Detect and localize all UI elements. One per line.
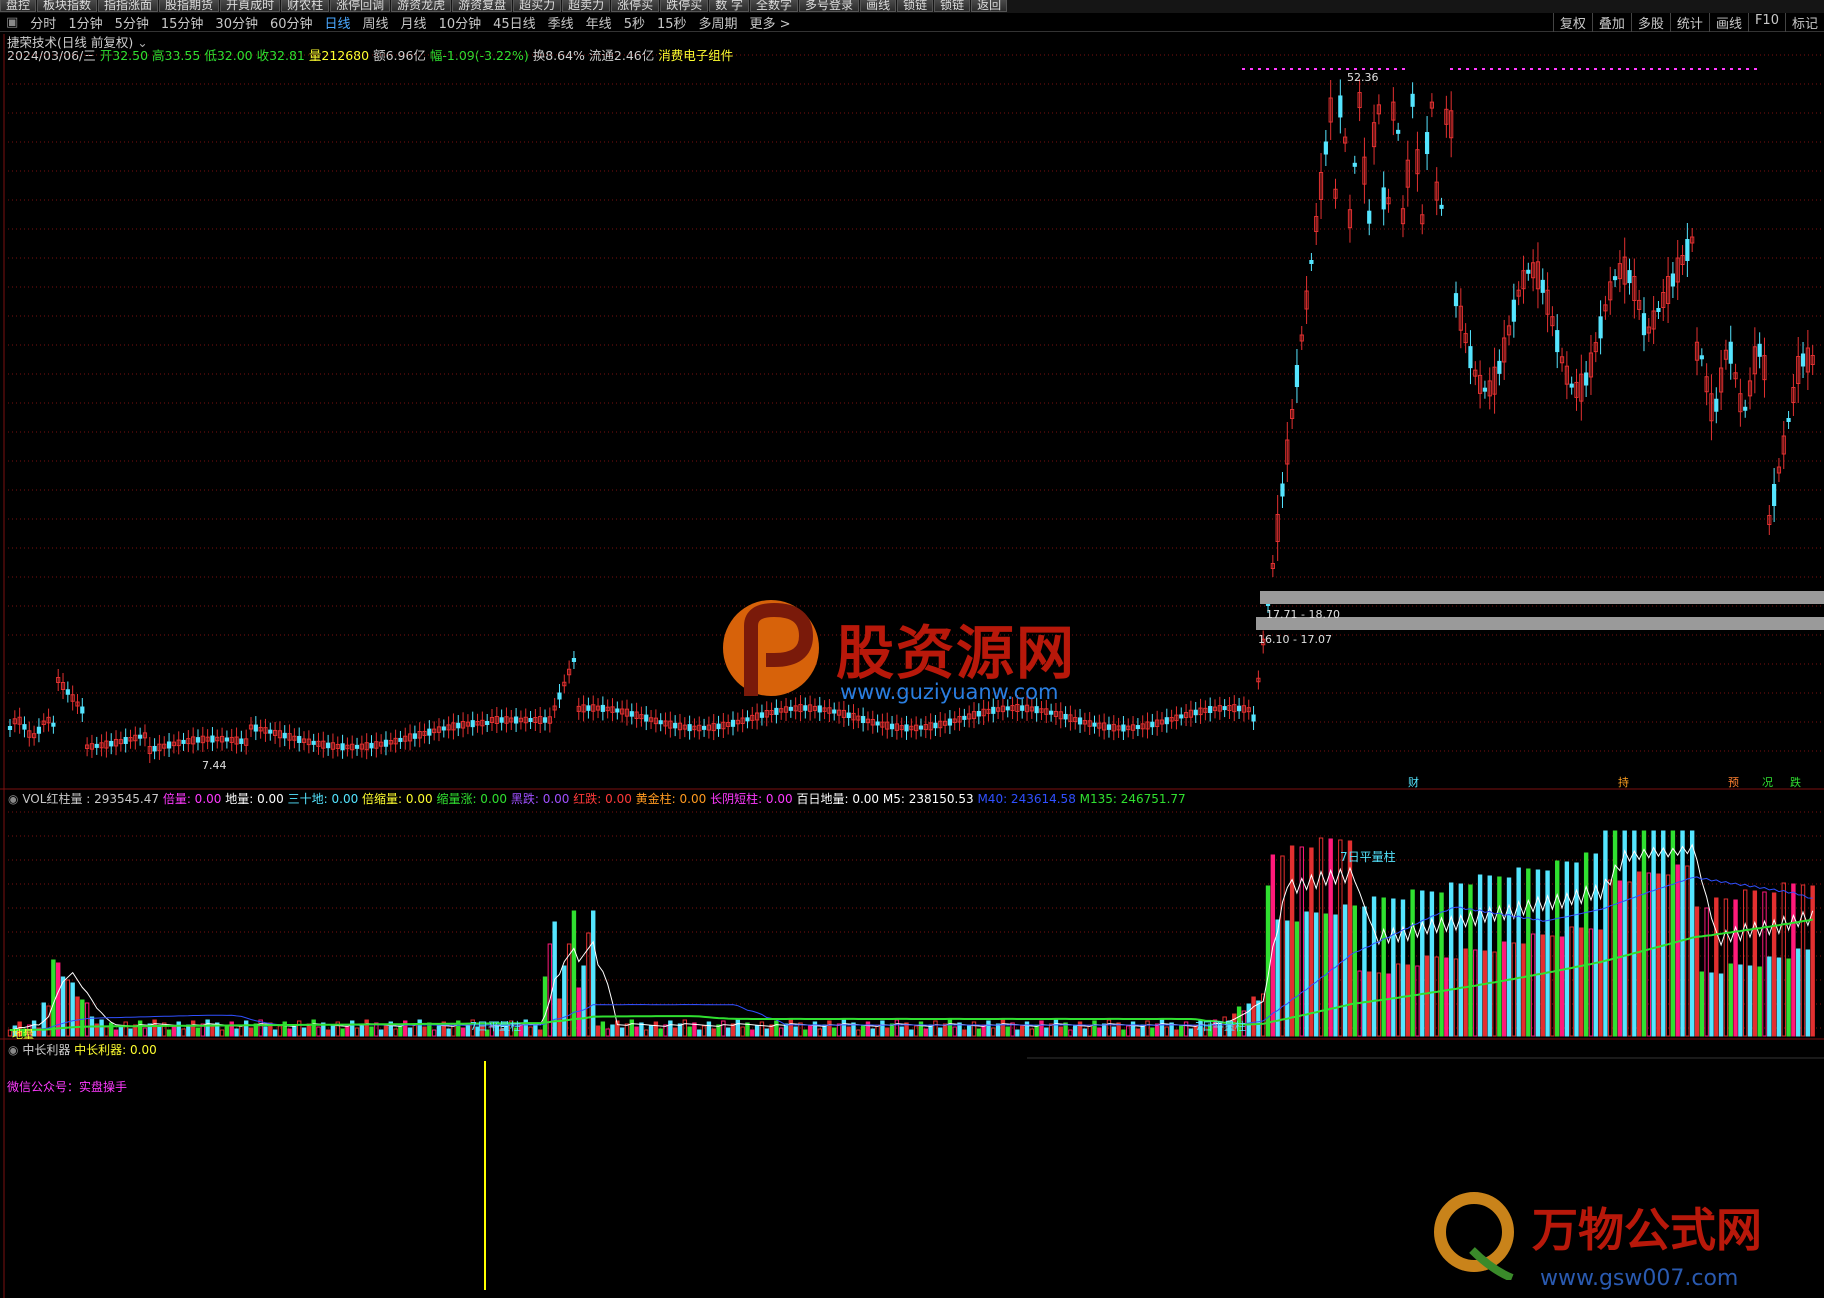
watermark-name: 股资源网 — [836, 619, 1077, 687]
vol-inline-label: 7日平量柱 — [1340, 850, 1396, 864]
vol-indicator: 倍缩量: 0.00 — [362, 792, 437, 806]
range-band-upper — [1260, 591, 1824, 604]
event-marker[interactable]: 持 — [1618, 774, 1629, 790]
wechat-note: 微信公众号：实盘操手 — [7, 1080, 128, 1094]
corner-watermark-url: www.gsw007.com — [1540, 1266, 1739, 1291]
event-marker[interactable]: 预 — [1728, 774, 1739, 790]
event-marker[interactable]: 财 — [1408, 774, 1419, 790]
vol-indicator-list: VOL红柱量 : 293545.47 倍量: 0.00 地量: 0.00 三十地… — [22, 792, 1185, 806]
price-low-label: 7.44 — [202, 759, 227, 772]
lower-panel-header: ◉ 中长利器 中长利器: 0.00 — [0, 1041, 1824, 1057]
vol-indicator: M40: 243614.58 — [977, 792, 1080, 806]
watermark-logo — [716, 596, 826, 701]
collapse-icon[interactable]: ◉ — [8, 1043, 18, 1057]
corner-watermark-logo — [1432, 1190, 1518, 1282]
vol-indicator: M5: 238150.53 — [882, 792, 978, 806]
volume-bars — [7, 830, 1815, 1037]
watermark-url: www.guziyuanw.com — [840, 680, 1059, 704]
vol-indicator: 百日地量: 0.00 — [796, 792, 883, 806]
vol-indicator: 三十地: 0.00 — [287, 792, 363, 806]
signal-bar — [484, 1061, 486, 1290]
lower-panel-title: 中长利器 — [22, 1043, 71, 1057]
vol-inline-label: 7日平量柱 — [1195, 1020, 1246, 1033]
collapse-icon[interactable]: ◉ — [8, 792, 18, 806]
vol-indicator: M135: 246751.77 — [1079, 792, 1186, 806]
range-band-lower-label: 16.10 - 17.07 — [1258, 633, 1332, 646]
event-marker[interactable]: 况 — [1762, 774, 1773, 790]
price-high-label: 52.36 — [1347, 71, 1379, 84]
vol-indicator: 红跌: 0.00 — [573, 792, 636, 806]
vol-indicator: 倍量: 0.00 — [162, 792, 226, 806]
vol-indicator: 长阴短柱: 0.00 — [710, 792, 797, 806]
vol-indicator: 地量: 0.00 — [225, 792, 288, 806]
range-band-upper-label: 17.71 - 18.70 — [1266, 608, 1340, 621]
vol-indicator: 黄金柱: 0.00 — [635, 792, 711, 806]
range-band-lower — [1256, 617, 1824, 630]
vol-inline-label: 7日平量柱 — [470, 1020, 521, 1033]
lower-panel-value: 中长利器: 0.00 — [74, 1043, 157, 1057]
event-marker[interactable]: 跌 — [1790, 774, 1801, 790]
corner-watermark-name: 万物公式网 — [1532, 1203, 1762, 1257]
vol-indicator: 缩量涨: 0.00 — [436, 792, 511, 806]
vol-inline-label: 地量 — [12, 1028, 34, 1041]
vol-indicator: 黑跌: 0.00 — [510, 792, 574, 806]
vol-panel-header: ◉ VOL红柱量 : 293545.47 倍量: 0.00 地量: 0.00 三… — [0, 790, 1824, 806]
vol-indicator: VOL红柱量 : 293545.47 — [22, 792, 163, 806]
